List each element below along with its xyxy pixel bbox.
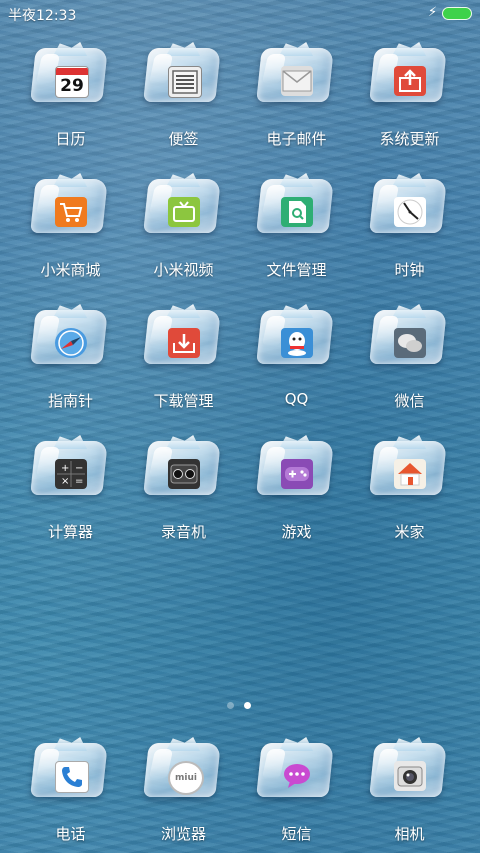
ice-cube-frame: [30, 304, 109, 370]
recorder-icon: [168, 459, 200, 489]
app-browser[interactable]: miui 浏览器: [127, 735, 240, 845]
ice-cube-frame: [369, 304, 448, 370]
qq-icon: [281, 328, 313, 358]
app-notes[interactable]: 便签: [127, 40, 240, 150]
ice-cube-frame: [256, 42, 335, 108]
status-time: 半夜12:33: [8, 8, 77, 24]
app-system-update[interactable]: 系统更新: [353, 40, 466, 150]
app-label: 便签: [168, 130, 199, 148]
ice-cube-frame: [143, 435, 222, 501]
dock: 电话 miui 浏览器 短信 相机: [0, 735, 480, 845]
ice-cube-frame: [256, 737, 335, 803]
app-email[interactable]: 电子邮件: [240, 40, 353, 150]
clock-icon: [394, 197, 426, 227]
tv-icon: [168, 197, 200, 227]
ice-cube-frame: [256, 173, 335, 239]
ice-cube-frame: [369, 173, 448, 239]
app-label: 电子邮件: [266, 130, 327, 148]
svg-text:=: =: [75, 476, 83, 487]
notes-icon: [168, 66, 202, 98]
ice-cube-frame: [369, 737, 448, 803]
app-mi-store[interactable]: 小米商城: [14, 171, 127, 281]
page-dot-active[interactable]: [244, 702, 251, 709]
app-label: 下载管理: [153, 392, 214, 410]
app-label: 小米视频: [153, 261, 214, 279]
shopping-cart-icon: [55, 197, 87, 227]
calendar-icon: 29: [55, 66, 89, 98]
download-icon: [168, 328, 200, 358]
ice-cube-frame: 29: [30, 42, 109, 108]
email-icon: [281, 66, 313, 96]
svg-text:+: +: [61, 463, 69, 474]
app-phone[interactable]: 电话: [14, 735, 127, 845]
battery-full-icon: [442, 7, 472, 20]
gamepad-icon: [281, 459, 313, 489]
ice-cube-frame: [143, 42, 222, 108]
app-label: 游戏: [281, 523, 312, 541]
svg-text:−: −: [75, 463, 83, 474]
compass-icon: [55, 328, 87, 358]
page-dot[interactable]: [227, 702, 234, 709]
app-label: 短信: [281, 825, 312, 843]
camera-icon: [394, 761, 426, 791]
ice-cube-frame: miui: [143, 737, 222, 803]
app-label: 指南针: [47, 392, 93, 410]
app-label: 米家: [394, 523, 425, 541]
app-calculator[interactable]: + − × = 计算器: [14, 433, 127, 543]
ice-cube-frame: [256, 435, 335, 501]
app-label: QQ: [284, 390, 309, 408]
svg-text:×: ×: [61, 476, 69, 487]
app-label: 录音机: [160, 523, 206, 541]
sms-icon: [281, 761, 313, 791]
page-indicator[interactable]: [0, 700, 480, 712]
home-icon: [394, 459, 426, 489]
app-label: 日历: [55, 130, 86, 148]
file-manager-icon: [281, 197, 313, 227]
app-wechat[interactable]: 微信: [353, 302, 466, 412]
app-mi-home[interactable]: 米家: [353, 433, 466, 543]
app-qq[interactable]: QQ: [240, 302, 353, 412]
ice-cube-frame: [30, 173, 109, 239]
ice-cube-frame: [143, 304, 222, 370]
app-label: 微信: [394, 392, 425, 410]
app-sms[interactable]: 短信: [240, 735, 353, 845]
app-label: 文件管理: [266, 261, 327, 279]
ice-cube-frame: [369, 42, 448, 108]
wechat-icon: [394, 328, 426, 358]
app-mi-video[interactable]: 小米视频: [127, 171, 240, 281]
phone-icon: [55, 761, 89, 793]
app-label: 系统更新: [379, 130, 440, 148]
system-update-icon: [394, 66, 426, 96]
app-label: 时钟: [394, 261, 425, 279]
app-label: 计算器: [47, 523, 93, 541]
app-file-manager[interactable]: 文件管理: [240, 171, 353, 281]
app-calendar[interactable]: 29 日历: [14, 40, 127, 150]
calculator-icon: + − × =: [55, 459, 87, 489]
status-bar: 半夜12:33 ⚡: [0, 0, 480, 28]
app-clock[interactable]: 时钟: [353, 171, 466, 281]
app-label: 浏览器: [160, 825, 206, 843]
app-label: 小米商城: [40, 261, 101, 279]
ice-cube-frame: [256, 304, 335, 370]
ice-cube-frame: [369, 435, 448, 501]
app-compass[interactable]: 指南针: [14, 302, 127, 412]
ice-cube-frame: [30, 737, 109, 803]
app-games[interactable]: 游戏: [240, 433, 353, 543]
app-label: 电话: [55, 825, 86, 843]
app-label: 相机: [394, 825, 425, 843]
app-camera[interactable]: 相机: [353, 735, 466, 845]
browser-icon: miui: [168, 761, 204, 795]
app-download-manager[interactable]: 下载管理: [127, 302, 240, 412]
ice-cube-frame: [143, 173, 222, 239]
lightning-icon: ⚡: [428, 5, 438, 20]
app-recorder[interactable]: 录音机: [127, 433, 240, 543]
ice-cube-frame: + − × =: [30, 435, 109, 501]
